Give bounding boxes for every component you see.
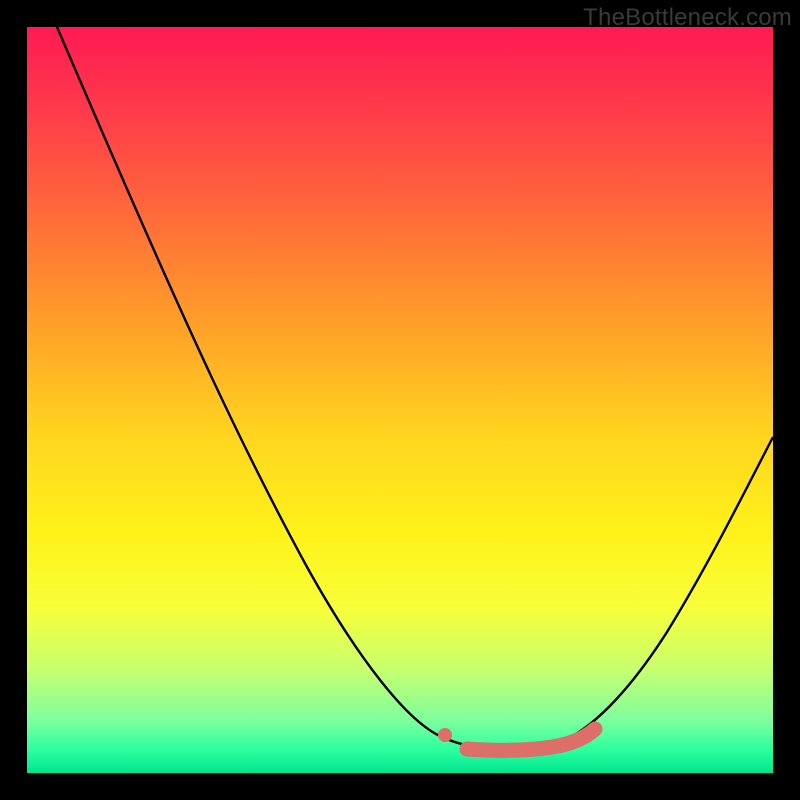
bottleneck-curve — [57, 27, 773, 750]
watermark-text: TheBottleneck.com — [583, 4, 792, 32]
chart-frame: TheBottleneck.com — [0, 0, 800, 800]
chart-overlay — [27, 27, 773, 773]
marker-band — [467, 729, 595, 750]
marker-dot — [438, 728, 452, 742]
